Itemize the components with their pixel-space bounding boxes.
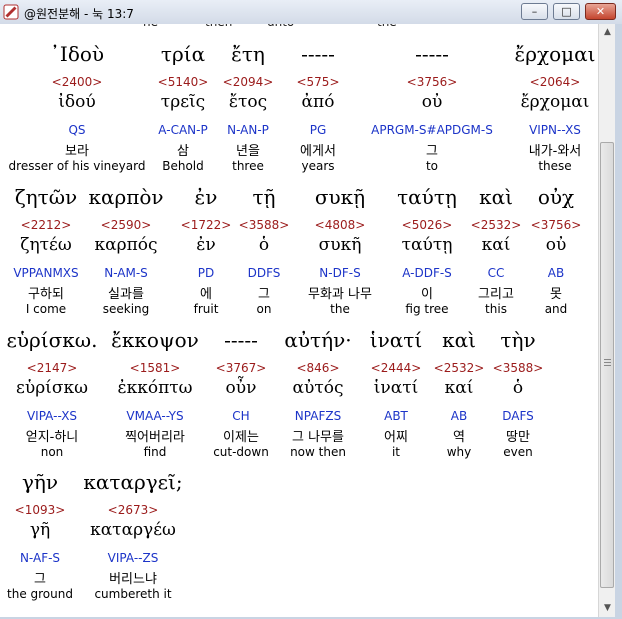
maximize-icon: □	[561, 5, 572, 18]
greek-word: ἔρχομαι	[514, 42, 596, 66]
strongs-number: <2064>	[529, 75, 581, 89]
close-button[interactable]: ✕	[585, 3, 616, 20]
greek-word: καταργεῖ;	[83, 470, 183, 494]
korean-gloss: 버리느냐	[109, 572, 157, 587]
title-bar: @원전분해 - 눅 13:7 – □ ✕	[0, 0, 622, 25]
strongs-number: <3588>	[492, 361, 544, 375]
grip-line	[604, 359, 611, 360]
lemma: ἔρχομαι	[520, 92, 590, 112]
cut-off-word: unto	[267, 24, 294, 29]
scroll-down-icon[interactable]: ▼	[599, 600, 616, 617]
minimize-icon: –	[531, 5, 538, 18]
grip-line	[604, 362, 611, 363]
vertical-scrollbar[interactable]: ▲ ▼	[598, 24, 616, 617]
lemma: οὐ	[545, 235, 567, 255]
interlinear-view: said he then unto the ᾿Ιδοὺ<2400>ἰδούQS보…	[0, 24, 598, 619]
cut-off-word: the	[377, 24, 397, 29]
morphology-code: VIPA--ZS	[107, 551, 159, 565]
strongs-number: <3756>	[530, 218, 582, 232]
greek-word: οὐχ	[537, 185, 575, 209]
maximize-button[interactable]: □	[553, 3, 580, 20]
korean-gloss: 땅만	[506, 430, 530, 445]
strongs-number: <2673>	[107, 503, 159, 517]
english-gloss: cumbereth it	[94, 587, 172, 601]
scroll-up-icon[interactable]: ▲	[599, 24, 616, 41]
lemma: καταργέω	[90, 520, 176, 540]
window-frame-right	[615, 24, 622, 619]
korean-gloss: 못	[550, 287, 562, 302]
grip-line	[604, 365, 611, 366]
cut-off-word: then	[205, 24, 232, 29]
lemma: ὁ	[512, 378, 524, 398]
window-title: @원전분해 - 눅 13:7	[24, 7, 134, 21]
korean-gloss: 내가-와서	[528, 144, 582, 159]
selection-band	[0, 24, 128, 41]
cut-off-word: he	[143, 24, 158, 29]
greek-word: τὴν	[500, 328, 536, 352]
close-icon: ✕	[595, 5, 606, 18]
english-gloss: even	[503, 445, 533, 459]
morphology-code: AB	[547, 266, 565, 280]
morphology-code: VIPN--XS	[529, 123, 581, 137]
morphology-code: DAFS	[502, 409, 534, 423]
english-gloss: these	[538, 159, 572, 173]
minimize-button[interactable]: –	[521, 3, 548, 20]
english-gloss: and	[544, 302, 568, 316]
app-icon	[3, 4, 19, 20]
scrollbar-thumb[interactable]	[600, 142, 614, 588]
